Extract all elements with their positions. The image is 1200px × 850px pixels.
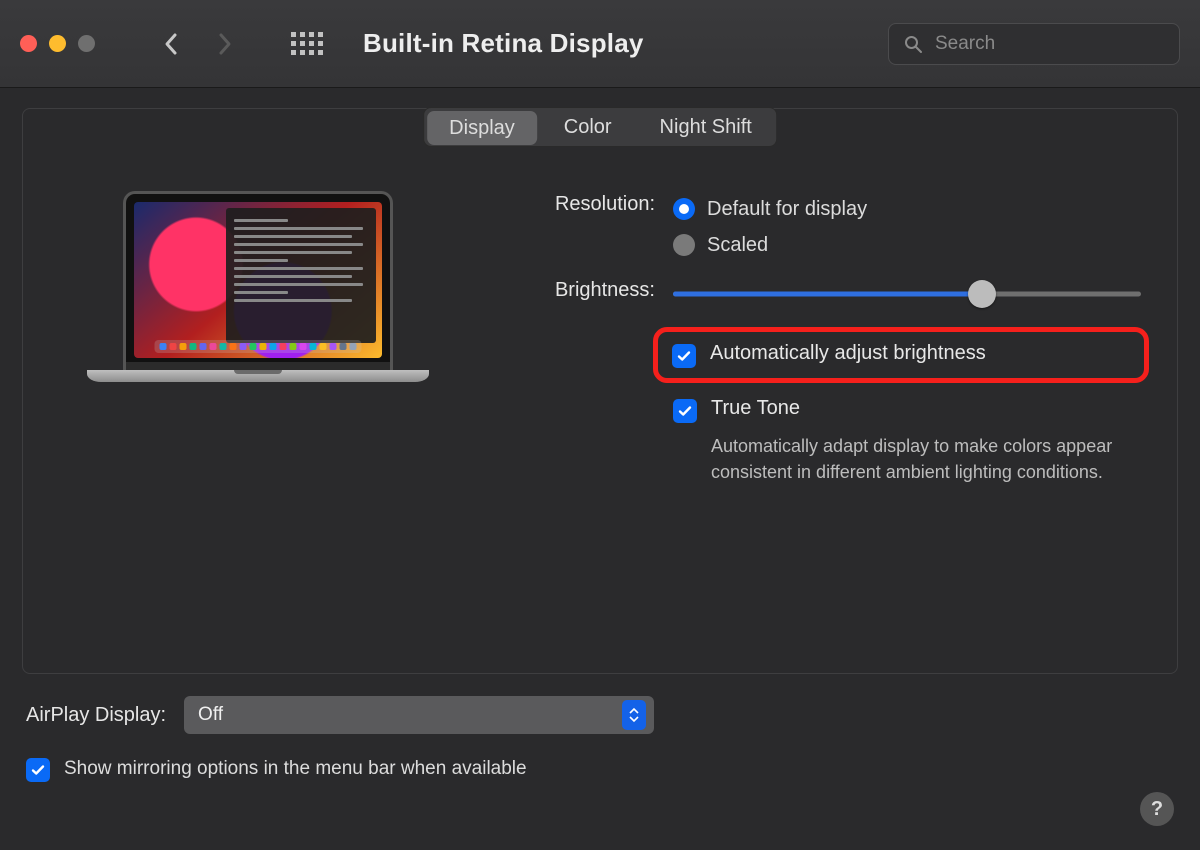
select-stepper-icon [622,700,646,730]
tab-night-shift[interactable]: Night Shift [636,108,776,146]
resolution-radio-group: Default for display Scaled [673,191,1141,263]
resolution-label: Resolution: [493,191,673,216]
bottom-controls: AirPlay Display: Off Show mirroring opti… [22,674,1178,782]
display-panel: Display Color Night Shift [22,108,1178,674]
tab-color[interactable]: Color [540,108,636,146]
window-toolbar: Built-in Retina Display [0,0,1200,88]
radio-label: Default for display [707,198,867,221]
true-tone-row[interactable]: True Tone [673,397,1141,423]
laptop-screen [134,202,382,358]
zoom-window-button[interactable] [78,35,95,52]
auto-brightness-label: Automatically adjust brightness [710,342,986,365]
show-all-prefs-button[interactable] [291,32,323,55]
radio-icon [673,198,695,220]
tab-label: Color [564,116,612,139]
display-settings: Resolution: Default for display Scaled [493,163,1177,673]
help-button[interactable]: ? [1140,792,1174,826]
close-window-button[interactable] [20,35,37,52]
tab-display[interactable]: Display [427,111,537,145]
airplay-select[interactable]: Off [184,696,654,734]
resolution-option-scaled[interactable]: Scaled [673,227,1141,263]
window-title: Built-in Retina Display [363,28,644,59]
radio-label: Scaled [707,234,768,257]
display-preview [23,163,493,673]
content-area: Display Color Night Shift [0,88,1200,850]
brightness-label: Brightness: [493,277,673,302]
true-tone-label: True Tone [711,397,800,420]
mirroring-row[interactable]: Show mirroring options in the menu bar w… [26,756,1174,782]
search-icon [903,34,923,54]
search-field[interactable] [888,23,1180,65]
laptop-illustration [87,191,429,382]
checkbox-checked-icon [26,758,50,782]
tab-bar: Display Color Night Shift [423,107,777,147]
preferences-window: Built-in Retina Display Display Color Ni… [0,0,1200,850]
forward-button[interactable] [207,24,243,64]
radio-icon [673,234,695,256]
tab-label: Display [449,117,515,140]
tab-label: Night Shift [660,116,752,139]
search-input[interactable] [933,32,1165,56]
back-button[interactable] [153,24,189,64]
checkbox-checked-icon [673,399,697,423]
window-controls [20,35,95,52]
airplay-label: AirPlay Display: [26,704,166,727]
auto-brightness-row[interactable]: Automatically adjust brightness [653,327,1149,383]
true-tone-description: Automatically adapt display to make colo… [493,433,1133,485]
help-icon: ? [1151,798,1163,821]
resolution-option-default[interactable]: Default for display [673,191,1141,227]
checkbox-checked-icon [672,344,696,368]
brightness-slider[interactable] [673,283,1141,305]
airplay-value: Off [198,704,223,726]
minimize-window-button[interactable] [49,35,66,52]
mirroring-label: Show mirroring options in the menu bar w… [64,758,527,780]
